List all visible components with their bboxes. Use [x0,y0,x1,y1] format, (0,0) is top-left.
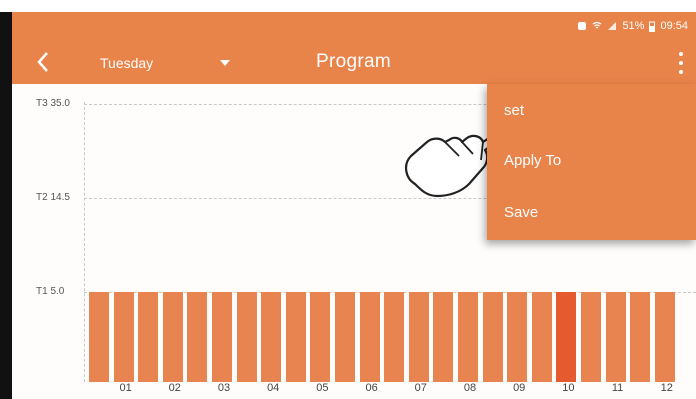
schedule-bar[interactable] [458,292,478,382]
battery-level: 51% [622,20,645,32]
schedule-bar[interactable] [482,292,503,382]
x-tick-label: 01 [119,382,132,394]
schedule-bar[interactable] [384,292,405,382]
schedule-bar[interactable] [507,292,528,382]
day-dropdown[interactable]: Tuesday [100,52,230,74]
schedule-bar[interactable] [162,292,183,382]
x-tick-label: 10 [562,382,575,394]
schedule-bar[interactable] [408,292,429,382]
app-screen: 51% 09:54 Tuesday Program T3 35.0 T2 14.… [12,12,696,399]
menu-item-set[interactable]: set [504,102,674,119]
x-tick-label: 11 [611,382,624,394]
more-vert-dot [679,61,683,65]
schedule-bar[interactable] [261,292,282,382]
app-bar: Tuesday Program [12,42,696,84]
menu-item-save[interactable]: Save [504,204,674,221]
clock: 09:54 [660,20,688,32]
schedule-bar[interactable] [212,292,232,382]
x-tick-label: 07 [414,382,427,394]
schedule-bar[interactable] [113,292,134,382]
schedule-bar[interactable] [285,292,306,382]
menu-item-apply-to[interactable]: Apply To [504,152,674,169]
schedule-bar[interactable] [531,292,552,382]
status-bar: 51% 09:54 [12,12,696,42]
x-tick-label: 02 [168,382,181,394]
schedule-bar[interactable] [654,292,675,382]
x-tick-label: 08 [463,382,477,394]
schedule-bar[interactable] [605,292,626,382]
y-tick-label: T3 35.0 [36,98,70,109]
signal-icon [608,22,617,30]
overflow-menu: set Apply To Save [487,84,696,240]
schedule-bar[interactable] [187,292,208,382]
more-vert-dot [679,70,683,74]
page-title: Program [316,51,391,72]
schedule-bar[interactable] [556,292,577,382]
y-tick-label: T1 5.0 [36,286,65,297]
y-tick-label: T2 14.5 [36,192,70,203]
wifi-icon [593,21,602,29]
schedule-bar[interactable] [359,292,380,382]
schedule-bar[interactable] [433,292,454,382]
x-tick-label: 04 [267,382,280,394]
y-axis-line [84,102,85,382]
day-dropdown-value: Tuesday [100,55,154,71]
device-frame: 51% 09:54 Tuesday Program T3 35.0 T2 14.… [0,0,696,399]
x-tick-label: 12 [660,382,673,394]
back-button[interactable] [32,48,58,78]
status-icons: 51% 09:54 [577,20,688,32]
more-vert-icon [679,52,683,56]
x-tick-label: 05 [316,382,329,394]
more-options-button[interactable] [676,52,686,74]
schedule-bar[interactable] [581,292,601,382]
chevron-left-icon [37,52,48,72]
schedule-bar[interactable] [89,292,109,382]
battery-icon [649,21,656,32]
schedule-bar[interactable] [630,292,651,382]
frame-left-bezel [0,12,12,399]
caret-down-icon [220,60,230,66]
schedule-bar[interactable] [236,292,257,382]
schedule-bar[interactable] [138,292,159,382]
alarm-icon [578,22,587,30]
x-tick-label: 09 [513,382,526,394]
x-tick-label: 03 [217,382,231,394]
x-tick-label: 06 [365,382,378,394]
frame-top [0,0,696,12]
schedule-bar[interactable] [310,292,331,382]
schedule-bar[interactable] [335,292,355,382]
